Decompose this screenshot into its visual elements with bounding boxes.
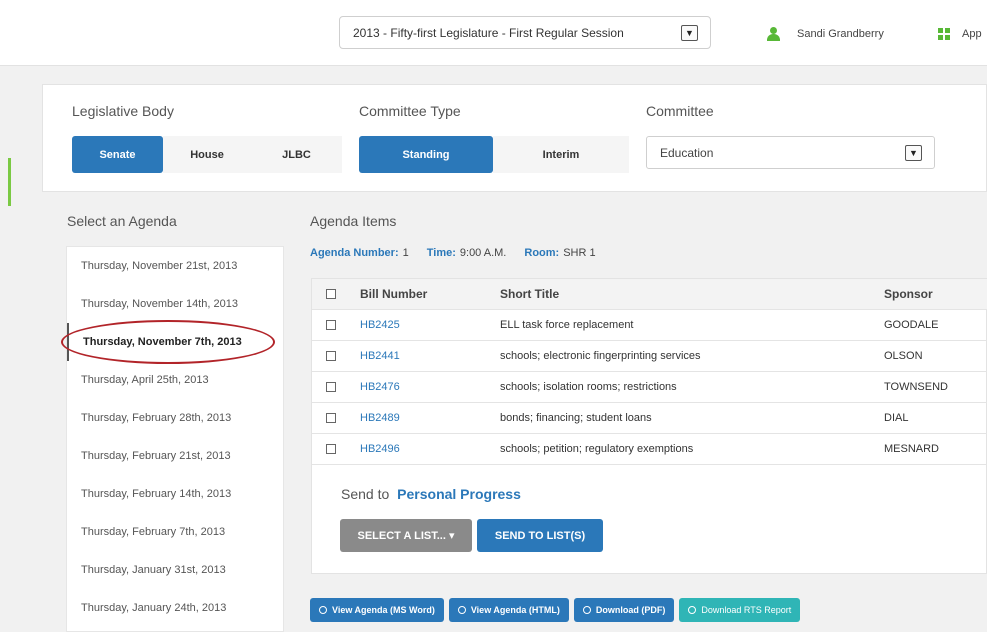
view-agenda-html-label: View Agenda (HTML) [470,605,560,615]
time-value: 9:00 A.M. [459,247,507,259]
row-checkbox[interactable] [326,413,336,423]
short-title-cell: ELL task force replacement [500,319,634,331]
option-interim[interactable]: Interim [493,136,629,173]
committee-select-value: Education [660,145,714,160]
option-senate[interactable]: Senate [72,136,163,173]
apps-label: App [962,28,982,40]
bill-link[interactable]: HB2476 [360,381,400,393]
agenda-item[interactable]: Thursday, January 24th, 2013 [67,589,283,627]
short-title-cell: schools; petition; regulatory exemptions [500,443,694,455]
sponsor-cell: MESNARD [884,443,940,455]
select-list-dropdown[interactable]: SELECT A LIST... ▾ [340,519,472,552]
agenda-actions: View Agenda (MS Word) View Agenda (HTML)… [310,598,801,622]
bill-link[interactable]: HB2425 [360,319,400,331]
apps-grid-icon [938,28,950,40]
top-bar: 2013 - Fifty-first Legislature - First R… [0,0,987,66]
table-row: HB2476 schools; isolation rooms; restric… [312,372,987,403]
agenda-item[interactable]: Thursday, February 28th, 2013 [67,399,283,437]
table-row: HB2496 schools; petition; regulatory exe… [312,434,987,465]
download-pdf-label: Download (PDF) [595,605,666,615]
sponsor-cell: GOODALE [884,319,939,331]
agenda-item[interactable]: Thursday, November 21st, 2013 [67,247,283,285]
side-accent-bar [8,158,11,206]
send-to-label: Send to Personal Progress [341,486,521,502]
send-to-target: Personal Progress [397,486,521,502]
agenda-item[interactable]: Thursday, February 21st, 2013 [67,437,283,475]
chevron-down-icon[interactable]: ▼ [905,145,922,161]
bill-link[interactable]: HB2489 [360,412,400,424]
view-agenda-word-label: View Agenda (MS Word) [332,605,435,615]
circle-arrow-icon [319,606,327,614]
row-checkbox[interactable] [326,320,336,330]
user-icon [767,27,780,41]
agenda-item-selected[interactable]: Thursday, November 7th, 2013 [67,323,283,361]
view-agenda-word-button[interactable]: View Agenda (MS Word) [310,598,444,622]
time-label: Time: [426,247,456,259]
session-select[interactable]: 2013 - Fifty-first Legislature - First R… [339,16,711,49]
bills-table: Bill Number Short Title Sponsor HB2425 E… [312,279,987,465]
agenda-item[interactable]: Thursday, January 31st, 2013 [67,551,283,589]
session-select-value: 2013 - Fifty-first Legislature - First R… [353,25,624,40]
select-all-checkbox[interactable] [326,289,336,299]
bill-link[interactable]: HB2496 [360,443,400,455]
circle-arrow-icon [688,606,697,614]
download-pdf-button[interactable]: Download (PDF) [573,598,675,622]
agenda-items-title: Agenda Items [310,213,397,229]
sponsor-cell: TOWNSEND [884,381,948,393]
agenda-item[interactable]: Thursday, November 14th, 2013 [67,285,283,323]
apps-menu[interactable]: App [938,24,982,44]
table-header-row: Bill Number Short Title Sponsor [312,279,987,310]
committee-select[interactable]: Education ▼ [646,136,935,169]
sponsor-cell: OLSON [884,350,923,362]
user-menu[interactable]: Sandi Grandberry [767,24,884,44]
row-checkbox[interactable] [326,382,336,392]
legislative-body-label: Legislative Body [72,103,174,119]
table-row: HB2441 schools; electronic fingerprintin… [312,341,987,372]
download-rts-report-label: Download RTS Report [701,605,792,615]
option-standing[interactable]: Standing [359,136,493,173]
view-agenda-html-button[interactable]: View Agenda (HTML) [448,598,569,622]
chevron-down-icon[interactable]: ▼ [681,25,698,41]
circle-arrow-icon [457,606,466,614]
legislative-body-toggle: Senate House JLBC [72,136,342,173]
committee-type-toggle: Standing Interim [359,136,629,173]
time-meta: Time: 9:00 A.M. [427,247,507,259]
table-row: HB2425 ELL task force replacement GOODAL… [312,310,987,341]
agenda-items-card: Bill Number Short Title Sponsor HB2425 E… [311,278,987,574]
agenda-number-value: 1 [402,247,409,259]
row-checkbox[interactable] [326,444,336,454]
row-checkbox[interactable] [326,351,336,361]
download-rts-report-button[interactable]: Download RTS Report [679,598,801,622]
sponsor-cell: DIAL [884,412,909,424]
column-header-sponsor[interactable]: Sponsor [874,287,987,301]
committee-type-label: Committee Type [359,103,461,119]
agenda-item[interactable]: Thursday, February 14th, 2013 [67,475,283,513]
filter-panel: Legislative Body Senate House JLBC Commi… [42,84,987,192]
short-title-cell: bonds; financing; student loans [500,412,652,424]
room-label: Room: [524,247,560,259]
agenda-number-meta: Agenda Number: 1 [310,247,409,259]
column-header-short-title[interactable]: Short Title [490,287,874,301]
committee-label: Committee [646,103,714,119]
short-title-cell: schools; electronic fingerprinting servi… [500,350,701,362]
circle-arrow-icon [582,606,591,614]
send-to-prefix: Send to [341,486,390,502]
option-jlbc[interactable]: JLBC [251,136,342,173]
room-meta: Room: SHR 1 [524,247,595,259]
agenda-item[interactable]: Thursday, February 7th, 2013 [67,513,283,551]
option-house[interactable]: House [163,136,251,173]
agenda-list: Thursday, November 21st, 2013 Thursday, … [66,246,284,632]
agenda-meta: Agenda Number: 1 Time: 9:00 A.M. Room: SHR … [310,247,596,259]
room-value: SHR 1 [563,247,596,259]
send-to-lists-button[interactable]: SEND TO LIST(S) [477,519,603,552]
agenda-item[interactable]: Thursday, April 25th, 2013 [67,361,283,399]
agenda-number-label: Agenda Number: [310,247,399,259]
column-header-bill-number[interactable]: Bill Number [350,287,490,301]
agenda-section-title: Select an Agenda [67,213,177,229]
table-row: HB2489 bonds; financing; student loans D… [312,403,987,434]
bill-link[interactable]: HB2441 [360,350,400,362]
short-title-cell: schools; isolation rooms; restrictions [500,381,677,393]
user-name: Sandi Grandberry [797,28,884,40]
